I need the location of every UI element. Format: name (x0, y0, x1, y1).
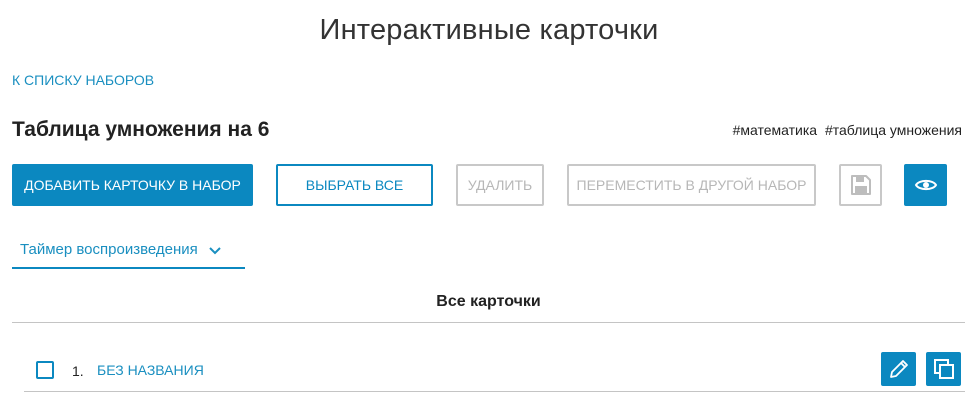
divider (12, 322, 965, 323)
copy-icon (933, 359, 954, 379)
cards-heading: Все карточки (436, 293, 541, 310)
card-number: 1. (72, 363, 84, 379)
move-to-set-button[interactable]: Переместить в другой набор (567, 164, 816, 206)
tag[interactable]: #математика (733, 122, 818, 138)
save-button[interactable] (839, 164, 882, 206)
page-title: Интерактивные карточки (319, 14, 659, 46)
add-card-button[interactable]: Добавить карточку в набор (12, 164, 253, 206)
card-title-link[interactable]: Без названия (97, 362, 204, 378)
playback-timer-label: Таймер воспроизведения (20, 241, 198, 258)
divider (24, 391, 965, 392)
tag-list: #математика #таблица умножения (729, 122, 962, 138)
save-icon (850, 175, 871, 195)
eye-icon (914, 179, 937, 191)
back-to-sets-link[interactable]: К списку наборов (12, 72, 154, 88)
copy-card-button[interactable] (926, 352, 961, 386)
flashcards-page: Интерактивные карточки К списку наборов … (0, 0, 978, 410)
chevron-down-icon (209, 246, 221, 254)
delete-button[interactable]: Удалить (456, 164, 544, 206)
card-row: 1. Без названия (24, 352, 965, 390)
playback-timer-dropdown[interactable]: Таймер воспроизведения (12, 232, 245, 269)
view-cards-button[interactable] (904, 164, 947, 206)
tag[interactable]: #таблица умножения (825, 122, 962, 138)
edit-card-button[interactable] (881, 352, 916, 386)
set-title: Таблица умножения на 6 (12, 118, 270, 141)
pencil-icon (889, 360, 908, 378)
card-checkbox[interactable] (36, 361, 54, 379)
select-all-button[interactable]: Выбрать все (276, 164, 433, 206)
